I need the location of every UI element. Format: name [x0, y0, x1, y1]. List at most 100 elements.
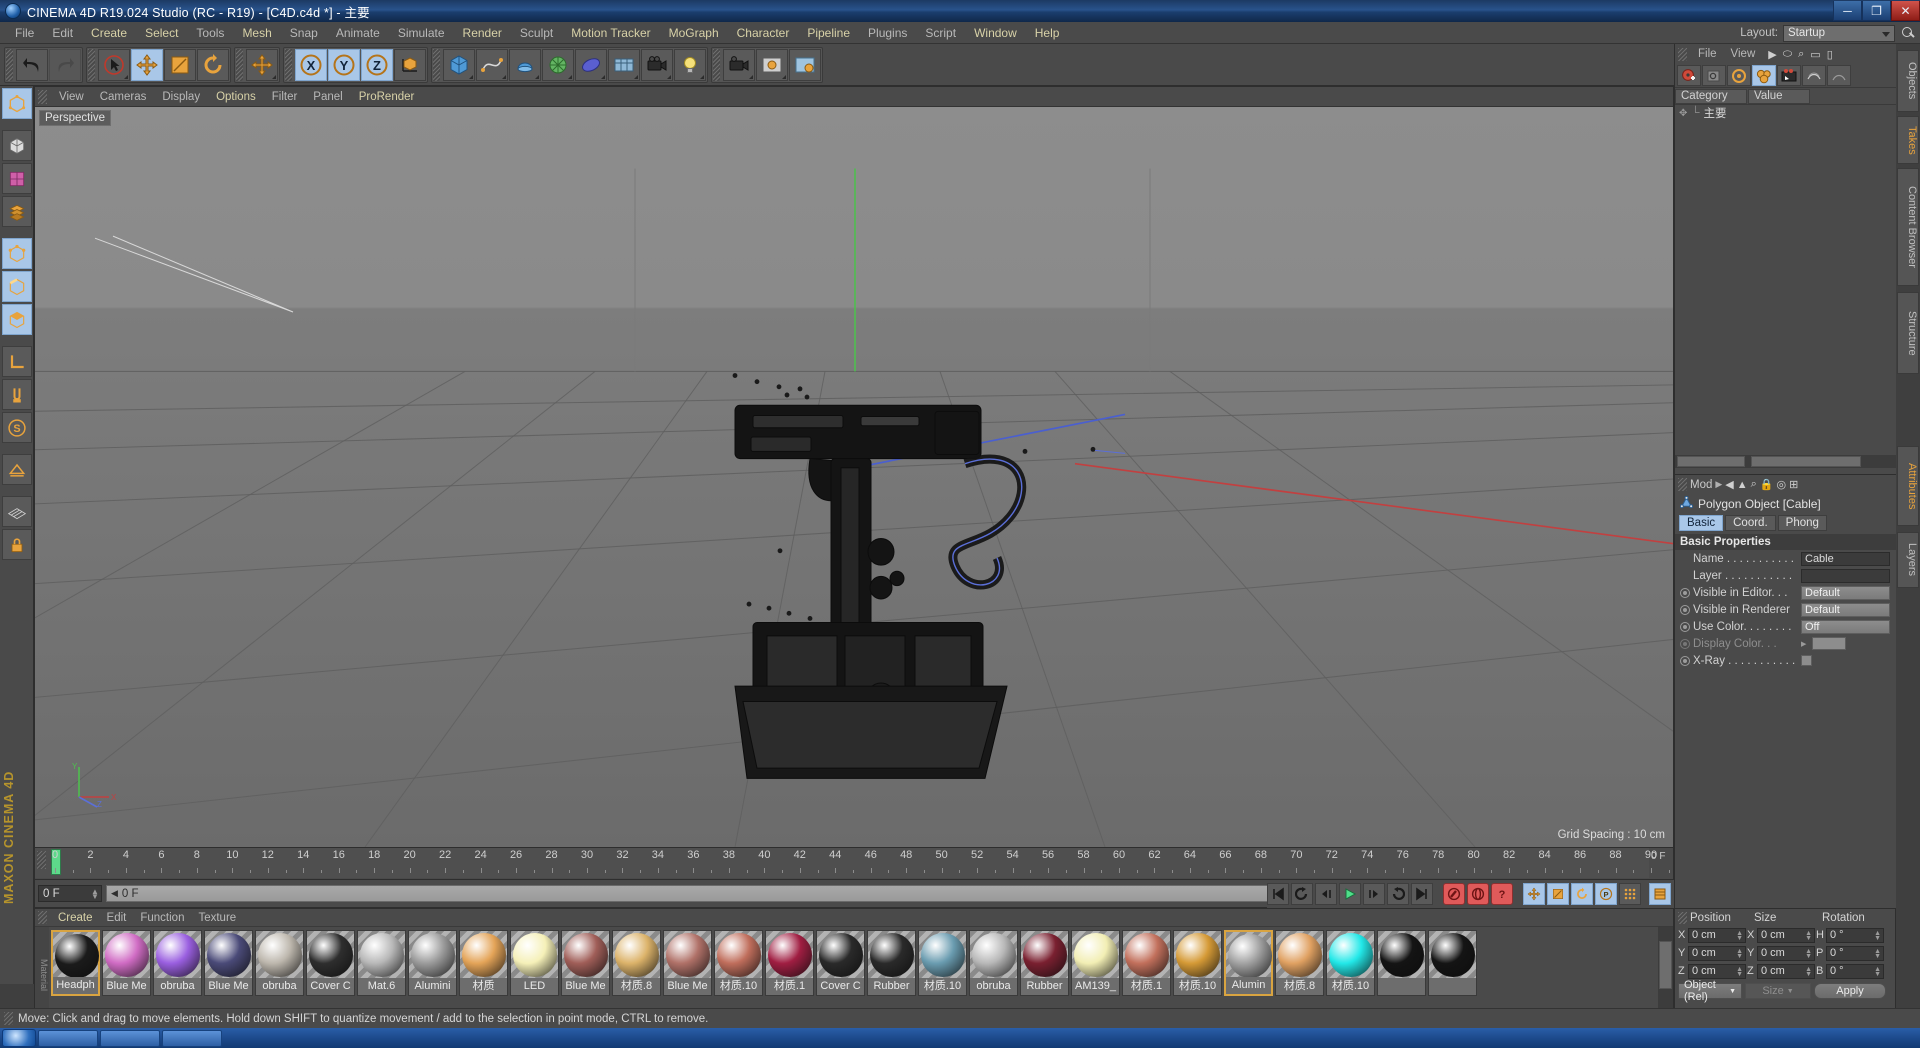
search-icon[interactable]: [1900, 25, 1916, 41]
vertical-tab-content-browser[interactable]: Content Browser: [1897, 168, 1919, 286]
add-scene-button[interactable]: [608, 48, 640, 81]
key-position-button[interactable]: [1523, 883, 1545, 905]
material-menu-create[interactable]: Create: [51, 911, 100, 925]
spinner-icon[interactable]: ▲▼: [1805, 966, 1812, 978]
material-grip[interactable]: [38, 911, 47, 924]
scrollbar-thumb-left[interactable]: [1677, 456, 1745, 467]
object-manager-tool-icon-2[interactable]: ⌕: [1798, 48, 1804, 61]
viewport-menu-cameras[interactable]: Cameras: [92, 90, 155, 104]
material-cell[interactable]: 材质.10: [714, 930, 763, 996]
material-cell[interactable]: Blue Me: [204, 930, 253, 996]
material-cell[interactable]: [1428, 930, 1477, 996]
menu-item-sculpt[interactable]: Sculpt: [511, 24, 562, 42]
object-manager-tool-icon-4[interactable]: ▯: [1827, 48, 1833, 61]
material-cell[interactable]: 材质.10: [1173, 930, 1222, 996]
viewport-menu-panel[interactable]: Panel: [305, 90, 350, 104]
menu-item-simulate[interactable]: Simulate: [389, 24, 454, 42]
menu-item-window[interactable]: Window: [965, 24, 1026, 42]
material-cell[interactable]: Mat.6: [357, 930, 406, 996]
object-manager-horizontal-scrollbar[interactable]: [1675, 455, 1896, 468]
coordinate-input[interactable]: 0 cm ▲ ▼: [1688, 963, 1746, 979]
toolbar-grip[interactable]: [236, 48, 243, 81]
viewport-canvas[interactable]: Perspective Grid Spacing : 10 cm Y X Z: [35, 107, 1673, 847]
redo-button[interactable]: [49, 48, 81, 81]
move-handle-icon[interactable]: ✥: [1679, 108, 1687, 119]
edges-mode-button[interactable]: [1, 271, 32, 302]
coordinate-input[interactable]: 0 cm ▲ ▼: [1688, 927, 1746, 943]
menu-item-help[interactable]: Help: [1026, 24, 1069, 42]
add-environment-button[interactable]: [575, 48, 607, 81]
material-cell[interactable]: Rubber: [867, 930, 916, 996]
coordinate-input[interactable]: 0 ° ▲ ▼: [1826, 963, 1884, 979]
spinner-icon[interactable]: ▲▼: [1874, 930, 1881, 942]
coordinate-input[interactable]: 0 cm ▲ ▼: [1757, 945, 1815, 961]
menu-item-edit[interactable]: Edit: [43, 24, 82, 42]
material-cell[interactable]: 材质.8: [612, 930, 661, 996]
object-axis-mode-button[interactable]: [1, 196, 32, 227]
material-list[interactable]: Headph Blue Me obruba Blue Me obruba Cover CM…: [49, 927, 1657, 1019]
material-scrollbar[interactable]: [1658, 927, 1673, 1019]
deformer-group-icon[interactable]: [1752, 65, 1776, 86]
menu-item-snap[interactable]: Snap: [281, 24, 327, 42]
taskbar-item-2[interactable]: [100, 1029, 160, 1047]
point-level-animation-button[interactable]: [1619, 883, 1641, 905]
close-button[interactable]: ✕: [1891, 1, 1920, 21]
tool-options-corner[interactable]: [568, 74, 572, 79]
checkbox[interactable]: [1801, 655, 1812, 666]
add-deformer-button[interactable]: [542, 48, 574, 81]
menu-item-file[interactable]: File: [6, 24, 43, 42]
attribute-tab-basic[interactable]: Basic: [1679, 514, 1724, 531]
status-grip[interactable]: [4, 1012, 13, 1025]
toolbar-grip[interactable]: [88, 48, 95, 81]
viewport-grip[interactable]: [38, 89, 47, 104]
lock-z-axis-button[interactable]: Z: [361, 48, 393, 81]
world-object-coordinate-button[interactable]: [394, 48, 426, 81]
viewport-menu-filter[interactable]: Filter: [264, 90, 306, 104]
enable-snapping-button[interactable]: [1, 379, 32, 410]
tool-options-corner[interactable]: [667, 74, 671, 79]
column-header-value[interactable]: Value: [1748, 88, 1810, 104]
key-rotation-button[interactable]: [1571, 883, 1593, 905]
move-axis-button[interactable]: [246, 48, 278, 81]
attribute-value-field[interactable]: [1801, 568, 1890, 583]
apply-button[interactable]: Apply: [1814, 983, 1886, 999]
add-spline-button[interactable]: [476, 48, 508, 81]
material-cell[interactable]: Headph: [51, 930, 100, 996]
material-cell[interactable]: obruba: [969, 930, 1018, 996]
timeline-ruler[interactable]: 0 2 4 6 8 10 12 14 16 18 20 22 24 26 28 30 32 34 36 38 40 42 4…: [35, 848, 1670, 878]
left-arrow-icon[interactable]: ◀: [111, 888, 118, 899]
menu-item-tools[interactable]: Tools: [187, 24, 233, 42]
material-cell[interactable]: 材质: [459, 930, 508, 996]
menu-item-mograph[interactable]: MoGraph: [660, 24, 728, 42]
object-manager-tool-icon-1[interactable]: ⬭: [1783, 48, 1792, 61]
grid-visibility-button[interactable]: [1, 496, 32, 527]
tool-options-corner[interactable]: [124, 74, 128, 79]
size-mode-dropdown[interactable]: Size ▼: [1745, 983, 1811, 999]
go-to-end-button[interactable]: [1411, 883, 1433, 905]
lock-workplane-button[interactable]: [1, 529, 32, 560]
tool-options-corner[interactable]: [272, 74, 276, 79]
keyframe-selection-button[interactable]: ?: [1491, 883, 1513, 905]
make-editable-button[interactable]: [1, 88, 32, 119]
start-button[interactable]: [2, 1029, 36, 1047]
tool-options-corner[interactable]: [634, 74, 638, 79]
material-cell[interactable]: 材质.1: [765, 930, 814, 996]
viewport-menu-view[interactable]: View: [51, 90, 92, 104]
material-cell[interactable]: Blue Me: [561, 930, 610, 996]
timeline-view-button[interactable]: [1649, 883, 1671, 905]
viewport-menu-display[interactable]: Display: [154, 90, 208, 104]
spinner-icon[interactable]: ▲▼: [91, 888, 99, 901]
attribute-value-field[interactable]: Cable: [1801, 551, 1890, 566]
attribute-mode-label[interactable]: Mod: [1690, 479, 1712, 491]
attribute-value-field[interactable]: Default: [1801, 602, 1890, 617]
object-manager-tree[interactable]: ✥ └ 主要: [1675, 105, 1896, 455]
material-cell[interactable]: obruba: [255, 930, 304, 996]
undo-button[interactable]: [16, 48, 48, 81]
spinner-icon[interactable]: ▲▼: [1736, 948, 1743, 960]
scale-tool-button[interactable]: [164, 48, 196, 81]
step-forward-button[interactable]: [1363, 883, 1385, 905]
material-cell[interactable]: obruba: [153, 930, 202, 996]
toolbar-grip[interactable]: [285, 48, 292, 81]
add-cube-button[interactable]: [443, 48, 475, 81]
attribute-tab-coord[interactable]: Coord.: [1725, 514, 1776, 531]
